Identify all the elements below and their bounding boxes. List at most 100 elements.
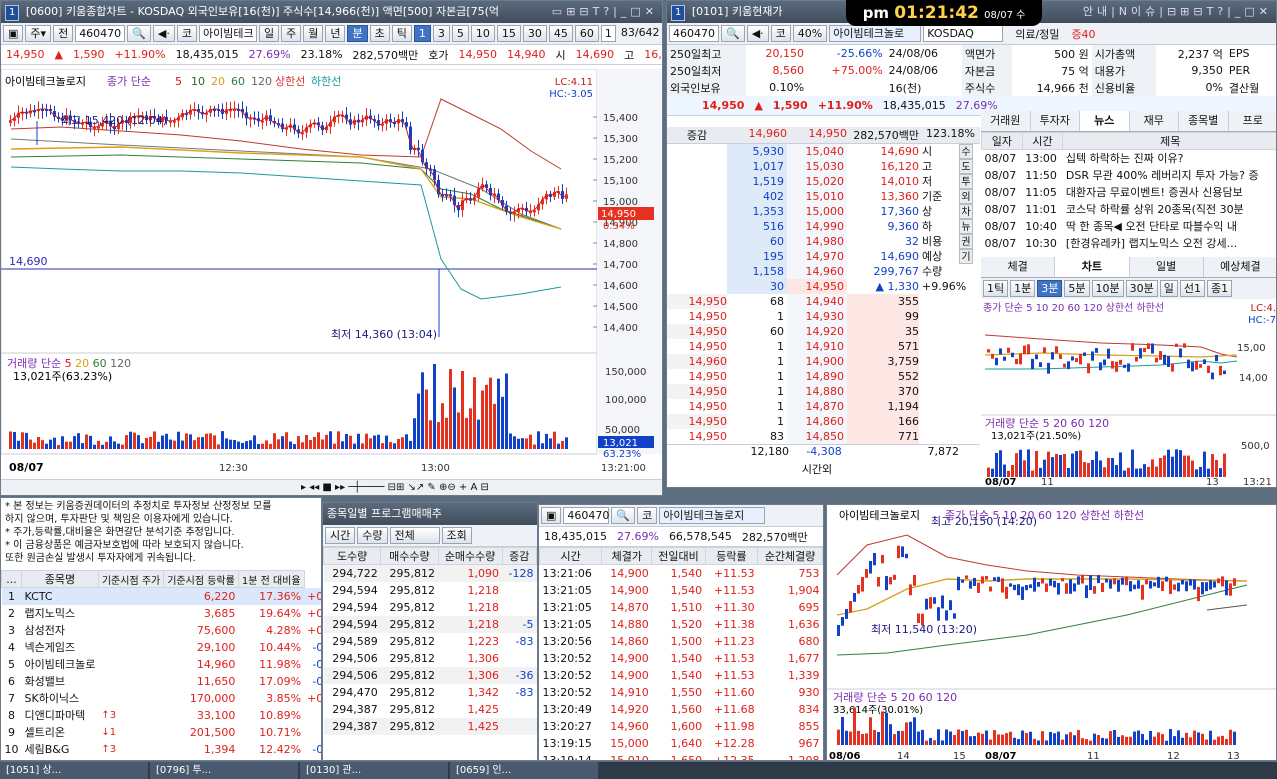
ask-row[interactable]: 60 14,980 32 비용 권 [667,234,980,249]
news-row[interactable]: 08/07 10:30 [한경유레카] 랩지노믹스 오전 강세... [982,235,1277,252]
ask-row[interactable]: 1,017 15,030 16,120 고 도 [667,159,980,174]
bid-row[interactable]: 14,950 1 14,890 552 [667,369,980,384]
afterhours-button[interactable]: 시간외 [767,461,867,477]
side-tab[interactable]: 권 [959,234,973,249]
ticks-name[interactable]: 아이빔테크놀로지 [659,507,766,524]
margin-pct[interactable]: 40% [792,25,828,42]
stock-name[interactable]: 아이빔테크 [198,25,257,42]
side-tab[interactable]: 뉴 [959,219,973,234]
query-button[interactable]: 조회 [441,527,472,544]
bid-row[interactable]: 14,950 68 14,940 355 [667,294,980,309]
ask-row[interactable]: 5,930 15,040 14,690 시 수 [667,144,980,159]
bid-row[interactable]: 14,950 1 14,870 1,194 [667,399,980,414]
bid-row[interactable]: 14,960 1 14,900 3,759 [667,354,980,369]
ask-row[interactable]: 402 15,010 13,360 기준 외 [667,189,980,204]
side-tab[interactable]: 수 [959,144,973,159]
news-row[interactable]: 08/07 11:01 코스닥 하락률 상위 20종목(직전 30분 [982,201,1277,218]
chart-window-titlebar[interactable]: 1 [0600] 키움종합차트 - KOSDAQ 외국인보유[16(천)] 주식… [1,1,662,23]
sound-icon[interactable]: ◀· [152,25,175,42]
period-month[interactable]: 월 [303,25,324,42]
min-45[interactable]: 45 [548,25,573,42]
chart-scroll-bar[interactable]: ▸ ◂◂ ■ ▸▸ ─┼──── ⊟⊞ ↘↗ ✎ ⊕⊖ + A ⊟ [1,479,662,495]
interval-button[interactable]: 1분 [1010,279,1036,297]
period-second[interactable]: 초 [369,25,390,42]
code-label[interactable]: 코 [770,25,791,42]
program-titlebar[interactable]: 종목일별 프로그램매매추 [323,503,537,525]
bid-row[interactable]: 14,950 83 14,850 771 [667,429,980,444]
side-tab[interactable]: 차 [959,204,973,219]
min-60[interactable]: 60 [574,25,599,42]
news-row[interactable]: 08/07 13:00 십텍 하락하는 진짜 이유? [982,150,1277,167]
ranking-row[interactable]: 5 아이빔테크놀로 14,960 11.98% -0.20% [2,656,321,673]
news-row[interactable]: 08/07 11:05 대환자금 무료이벤트! 증권사 신용담보 [982,184,1277,201]
bid-row[interactable]: 14,950 1 14,880 370 [667,384,980,399]
info-tab[interactable]: 뉴스 [1080,111,1130,131]
period-minute[interactable]: 분 [347,25,368,42]
interval-input[interactable]: 1 [600,25,616,42]
code-input[interactable]: 460470 [669,25,719,42]
min-10[interactable]: 10 [470,25,495,42]
ask-row[interactable]: 1,519 15,020 14,010 저 투 [667,174,980,189]
mini-chart[interactable]: 종가 단순 5 10 20 60 120 상한선 하한선 LC:4. HC:-7… [981,298,1277,489]
stock-name[interactable]: 아이빔테크놀로 [829,25,922,42]
layout-icon[interactable]: ▣ [541,507,562,524]
bid-row[interactable]: 14,950 1 14,910 571 [667,339,980,354]
min-3[interactable]: 3 [432,25,450,42]
ticks-code[interactable]: 460470 [563,507,610,524]
interval-button[interactable]: 10분 [1091,279,1124,297]
info-tab[interactable]: 거래원 [981,111,1031,131]
prev-button[interactable]: 전 [53,25,74,42]
chart-tab[interactable]: 차트 [1055,256,1130,277]
ask-row[interactable]: 1,158 14,960 299,767 수량 [667,264,980,279]
search-icon[interactable]: 🔍 [127,25,151,42]
side-tab[interactable]: 외 [959,189,973,204]
min-15[interactable]: 15 [496,25,521,42]
market-select[interactable]: 주▾ [25,25,52,42]
ask-row[interactable]: 516 14,990 9,360 하 뉴 [667,219,980,234]
ranking-row[interactable]: 2 랩지노믹스 3,685 19.64% +0.27% [2,605,321,622]
ranking-row[interactable]: 4 넥슨게임즈 29,100 10.44% -0.34% [2,639,321,656]
layout-icon[interactable]: ▣ [3,25,24,42]
taskbar-item[interactable]: [0659] 인... [450,762,598,779]
side-tab[interactable]: 투 [959,174,973,189]
interval-button[interactable]: 종1 [1207,279,1233,297]
taskbar-item[interactable]: [0130] 관... [300,762,448,779]
price-chart[interactable]: 아이빔테크놀로지 종가 단순 5 10 20 60 120 상한선 하한선 LC… [1,69,663,477]
interval-button[interactable]: 30분 [1125,279,1158,297]
period-day[interactable]: 일 [258,25,280,42]
interval-button[interactable]: 3분 [1037,279,1063,297]
opt-all[interactable]: 전체 [389,527,440,544]
search-icon[interactable]: 🔍 [611,507,636,524]
taskbar-item[interactable]: [0796] 투... [150,762,298,779]
side-tab[interactable]: 도 [959,159,973,174]
bid-row[interactable]: 14,950 1 14,930 99 [667,309,980,324]
period-year[interactable]: 년 [325,25,346,42]
taskbar-item[interactable]: [1051] 상... [0,762,148,779]
bid-row[interactable]: 14,950 1 14,860 166 [667,414,980,429]
interval-button[interactable]: 일 [1159,279,1178,297]
ranking-row[interactable]: 6 화성밸브 11,650 17.09% -0.17% [2,673,321,690]
side-tab[interactable]: 기 [959,249,973,264]
period-week[interactable]: 주 [281,25,302,42]
min-5[interactable]: 5 [451,25,469,42]
news-row[interactable]: 08/07 10:40 딱 한 종목◀ 오전 단타로 따블수익 내 [982,218,1277,235]
min-1[interactable]: 1 [413,25,431,42]
info-tab[interactable]: 프로 [1228,111,1276,131]
ranking-row[interactable]: 10 세림B&G ↑3 1,394 12.42% -0.21% [2,741,322,758]
chart-tab[interactable]: 체결 [981,256,1056,277]
daily-chart[interactable]: 아이빔테크놀로지 종가 단순 5 10 20 60 120 상한선 하한선 최고… [827,505,1277,761]
window-controls[interactable]: 안내|N이슈|⊟⊞⊟T?|_□✕ [1083,1,1272,23]
ask-row[interactable]: 195 14,970 14,690 예상 기 [667,249,980,264]
ranking-row[interactable]: 8 디앤디파마텍 ↑3 33,100 10.89%0% [2,707,322,724]
interval-button[interactable]: 1틱 [983,279,1009,297]
period-tick[interactable]: 틱 [391,25,412,42]
ask-row[interactable]: 1,353 15,000 17,360 상 차 [667,204,980,219]
info-tab[interactable]: 투자자 [1030,111,1080,131]
bid-row[interactable]: 14,950 60 14,920 35 [667,324,980,339]
news-row[interactable]: 08/07 11:50 DSR 무관 400% 레버리지 투자 가능? 증 [982,167,1277,184]
chart-tab[interactable]: 일별 [1129,256,1204,277]
min-30[interactable]: 30 [522,25,547,42]
info-tab[interactable]: 재무 [1129,111,1179,131]
interval-button[interactable]: 선1 [1179,279,1205,297]
code-label[interactable]: 코 [637,507,658,524]
